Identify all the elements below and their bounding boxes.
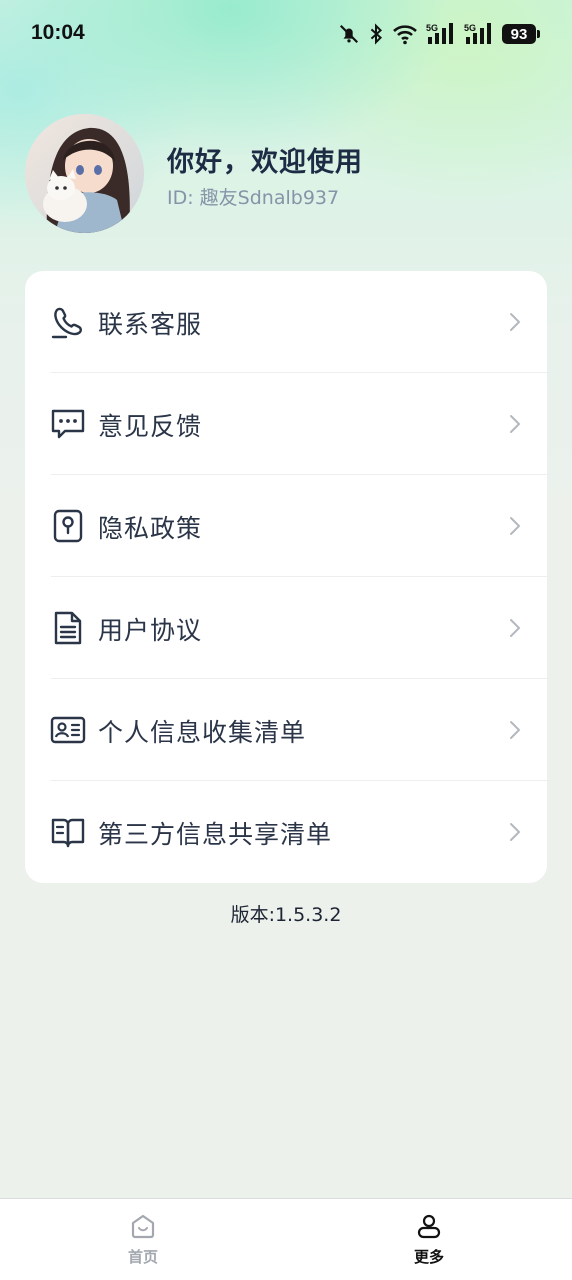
network-label: 5G xyxy=(426,23,438,33)
menu-item-label: 联系客服 xyxy=(98,310,203,339)
menu-item-label: 意见反馈 xyxy=(98,412,203,441)
menu-item-label: 用户协议 xyxy=(98,616,203,645)
signal-5g-icon: 5G xyxy=(426,22,456,46)
network-label: 5G xyxy=(464,23,476,33)
app-version: 版本:1.5.3.2 xyxy=(230,904,342,926)
chevron-right-icon xyxy=(508,617,522,639)
menu-item-label: 隐私政策 xyxy=(98,514,203,543)
chevron-right-icon xyxy=(508,413,522,435)
menu-item-label: 个人信息收集清单 xyxy=(98,718,307,747)
avatar[interactable] xyxy=(25,114,144,233)
settings-menu-card: 联系客服 意见反馈 隐私政策 用户协议 个人信息收集清单 第三方信息共享清单 xyxy=(25,271,547,883)
menu-item-user-agreement[interactable]: 用户协议 xyxy=(25,577,547,679)
greeting-title: 你好，欢迎使用 xyxy=(167,147,363,178)
user-id: ID: 趣友Sdnalb937 xyxy=(167,187,340,209)
signal-5g-icon: 5G xyxy=(464,22,494,46)
tab-label: 更多 xyxy=(413,1248,444,1266)
privacy-lock-icon xyxy=(50,508,86,544)
menu-item-contact-service[interactable]: 联系客服 xyxy=(25,271,547,373)
menu-item-feedback[interactable]: 意见反馈 xyxy=(25,373,547,475)
user-icon xyxy=(416,1213,442,1239)
tab-label: 首页 xyxy=(127,1248,158,1266)
menu-item-personal-info-list[interactable]: 个人信息收集清单 xyxy=(25,679,547,781)
chevron-right-icon xyxy=(508,311,522,333)
menu-item-label: 第三方信息共享清单 xyxy=(98,820,333,849)
document-icon xyxy=(50,610,86,646)
chevron-right-icon xyxy=(508,515,522,537)
tab-more[interactable]: 更多 xyxy=(369,1199,489,1280)
id-card-icon xyxy=(50,712,86,748)
chevron-right-icon xyxy=(508,719,522,741)
phone-service-icon xyxy=(50,304,86,340)
chevron-right-icon xyxy=(508,821,522,843)
open-book-icon xyxy=(50,814,86,850)
bell-off-icon xyxy=(338,23,360,45)
wifi-icon xyxy=(392,23,418,45)
bluetooth-icon xyxy=(368,23,384,45)
tab-home[interactable]: 首页 xyxy=(83,1199,203,1280)
battery-icon: 93 xyxy=(502,24,540,44)
menu-item-privacy-policy[interactable]: 隐私政策 xyxy=(25,475,547,577)
status-time: 10:04 xyxy=(31,21,85,44)
status-bar: 10:04 5G 5G 93 xyxy=(0,0,572,68)
bottom-tab-bar: 首页 更多 xyxy=(0,1198,572,1280)
menu-item-third-party-sharing[interactable]: 第三方信息共享清单 xyxy=(25,781,547,883)
status-icons: 5G 5G 93 xyxy=(338,20,540,48)
home-icon xyxy=(130,1213,156,1239)
battery-level: 93 xyxy=(510,25,528,43)
feedback-chat-icon xyxy=(50,406,86,442)
